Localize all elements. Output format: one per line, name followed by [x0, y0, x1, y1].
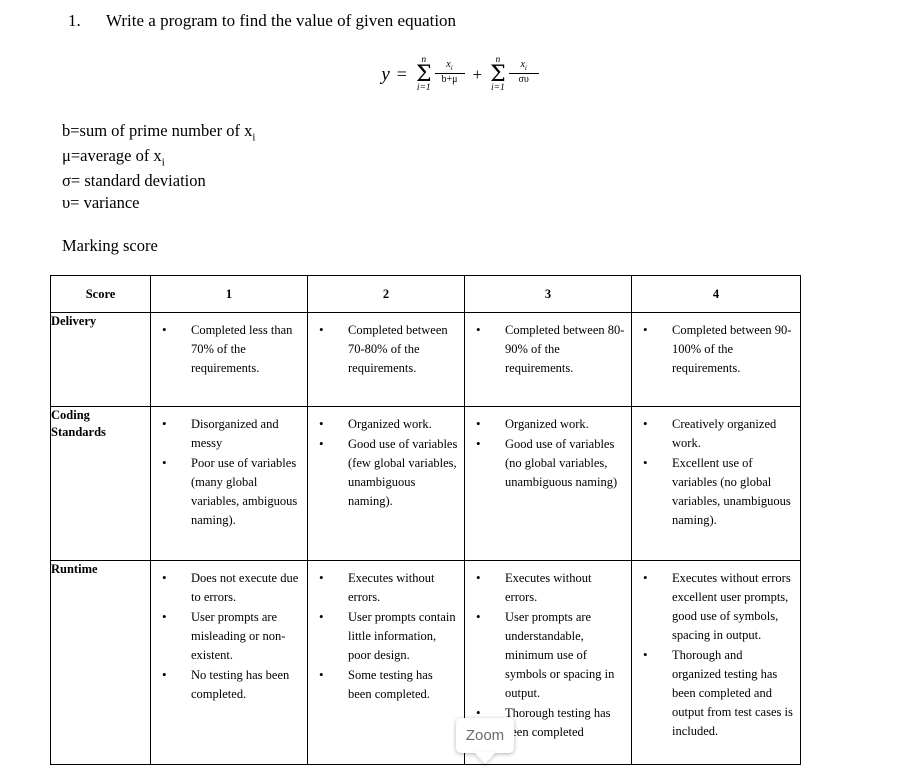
fraction-1: xi b+μ — [434, 58, 465, 86]
table-header-row: Score 1 2 3 4 — [50, 275, 801, 313]
criterion-cell: Coding Standards — [50, 406, 151, 561]
criterion-label: Coding — [51, 408, 90, 422]
criterion-cell: Runtime — [50, 560, 151, 765]
summation-2: n Σ i=1 — [490, 55, 506, 94]
level-cell-3: Completed between 80-90% of the requirem… — [464, 312, 632, 407]
list-item: Excellent use of variables (no global va… — [632, 453, 794, 530]
list-item: Completed between 90-100% of the require… — [632, 320, 794, 378]
level-cell-4: Creatively organized work.Excellent use … — [631, 406, 801, 561]
variable-definitions: b=sum of prime number of xi μ=average of … — [62, 120, 255, 214]
list-item: Completed less than 70% of the requireme… — [151, 320, 301, 378]
list-item: Completed between 70-80% of the requirem… — [308, 320, 458, 378]
marking-score-label: Marking score — [62, 236, 158, 255]
question-number: 1. — [68, 11, 81, 30]
list-item: User prompts contain little information,… — [308, 607, 458, 665]
rubric-table-head: Score 1 2 3 4 — [50, 275, 801, 313]
rubric-table-body: Delivery Completed less than 70% of the r… — [50, 312, 801, 765]
summation-1: n Σ i=1 — [415, 55, 432, 94]
question-text: Write a program to find the value of giv… — [106, 11, 457, 30]
definition-line: b=sum of prime number of xi — [62, 120, 255, 145]
rubric-table: Score1234 Delivery Completed less than 70… — [50, 275, 801, 765]
question-line: 1. Write a program to find the value of … — [68, 10, 768, 32]
table-row: RuntimeDoes not execute due to errors.Us… — [50, 560, 801, 765]
level-cell-4: Executes without errors excellent user p… — [631, 560, 801, 765]
document-page: 1. Write a program to find the value of … — [0, 0, 918, 769]
list-item: Organized work. — [465, 414, 625, 434]
zoom-tooltip[interactable]: Zoom — [456, 718, 514, 753]
level-cell-2: Organized work.Good use of variables (fe… — [307, 406, 465, 561]
level-cell-2: Executes without errors.User prompts con… — [307, 560, 465, 765]
fraction-1-denominator: b+μ — [441, 74, 458, 86]
definition-line: υ= variance — [62, 192, 255, 214]
definition-subscript: i — [252, 131, 256, 144]
fraction-2-denominator: συ — [518, 74, 529, 86]
equation: y = n Σ i=1 xi b+μ + n Σ i=1 xi συ — [300, 55, 620, 94]
list-item: Poor use of variables (many global varia… — [151, 453, 301, 530]
list-item: Executes without errors. — [465, 568, 625, 607]
list-item: Good use of variables (no global variabl… — [465, 434, 625, 492]
criteria-list: Organized work.Good use of variables (fe… — [308, 407, 464, 518]
criteria-list: Completed between 80-90% of the requirem… — [465, 313, 631, 385]
level-cell-1: Disorganized and messyPoor use of variab… — [150, 406, 308, 561]
level-cell-3: Organized work.Good use of variables (no… — [464, 406, 632, 561]
fraction-1-numerator: xi — [446, 58, 453, 72]
list-item: User prompts are misleading or non-exist… — [151, 607, 301, 665]
equation-plus: + — [472, 64, 483, 84]
level-cell-1: Completed less than 70% of the requireme… — [150, 312, 308, 407]
table-header-cell-4: 4 — [631, 275, 801, 313]
level-cell-2: Completed between 70-80% of the requirem… — [307, 312, 465, 407]
list-item: Disorganized and messy — [151, 414, 301, 453]
list-item: Executes without errors excellent user p… — [632, 568, 794, 645]
list-item: Does not execute due to errors. — [151, 568, 301, 607]
list-item: Creatively organized work. — [632, 414, 794, 453]
summation-1-lower-limit: i=1 — [416, 83, 431, 94]
level-cell-4: Completed between 90-100% of the require… — [631, 312, 801, 407]
criteria-list: Disorganized and messyPoor use of variab… — [151, 407, 307, 537]
criterion-label: Runtime — [51, 562, 98, 576]
criteria-list: Does not execute due to errors.User prom… — [151, 561, 307, 711]
list-item: Organized work. — [308, 414, 458, 434]
criteria-list: Creatively organized work.Excellent use … — [632, 407, 800, 537]
criterion-label: Delivery — [51, 314, 97, 328]
table-header-cell-2: 2 — [307, 275, 465, 313]
list-item: No testing has been completed. — [151, 665, 301, 704]
level-cell-1: Does not execute due to errors.User prom… — [150, 560, 308, 765]
criteria-list: Completed between 70-80% of the requirem… — [308, 313, 464, 385]
criteria-list: Completed between 90-100% of the require… — [632, 313, 800, 385]
definition-text: σ= standard deviation — [62, 170, 206, 190]
definition-text: μ=average of x — [62, 145, 162, 165]
list-item: Executes without errors. — [308, 568, 458, 607]
table-row: Coding Standards Disorganized and messyPoo… — [50, 406, 801, 561]
list-item: Some testing has been completed. — [308, 665, 458, 704]
definition-subscript: i — [161, 156, 165, 169]
table-row: Delivery Completed less than 70% of the r… — [50, 312, 801, 407]
criteria-list: Completed less than 70% of the requireme… — [151, 313, 307, 385]
criteria-list: Organized work.Good use of variables (no… — [465, 407, 631, 499]
summation-2-lower-limit: i=1 — [490, 83, 505, 94]
summation-2-sigma-icon: Σ — [490, 61, 506, 87]
criteria-list: Executes without errors.User prompts con… — [308, 561, 464, 711]
criterion-label: Standards — [51, 424, 106, 439]
list-item: User prompts are understandable, minimum… — [465, 607, 625, 703]
definition-line: μ=average of xi — [62, 145, 255, 170]
zoom-tooltip-label: Zoom — [465, 727, 505, 744]
definition-line: σ= standard deviation — [62, 170, 255, 192]
list-item: Thorough and organized testing has been … — [632, 645, 794, 741]
table-header-cell-3: 3 — [464, 275, 632, 313]
list-item: Good use of variables (few global variab… — [308, 434, 458, 511]
criterion-cell: Delivery — [50, 312, 151, 407]
fraction-2: xi συ — [508, 58, 539, 86]
summation-1-sigma-icon: Σ — [415, 61, 432, 87]
equation-lhs: y — [381, 63, 390, 85]
definition-text: υ= variance — [62, 192, 140, 212]
definition-text: b=sum of prime number of x — [62, 121, 253, 140]
list-item: Completed between 80-90% of the requirem… — [465, 320, 625, 378]
fraction-2-numerator: xi — [520, 58, 527, 72]
equation-equals: = — [396, 64, 407, 85]
criteria-list: Executes without errors excellent user p… — [632, 561, 800, 748]
table-header-cell-score: Score — [50, 275, 151, 313]
table-header-cell-1: 1 — [150, 275, 308, 313]
